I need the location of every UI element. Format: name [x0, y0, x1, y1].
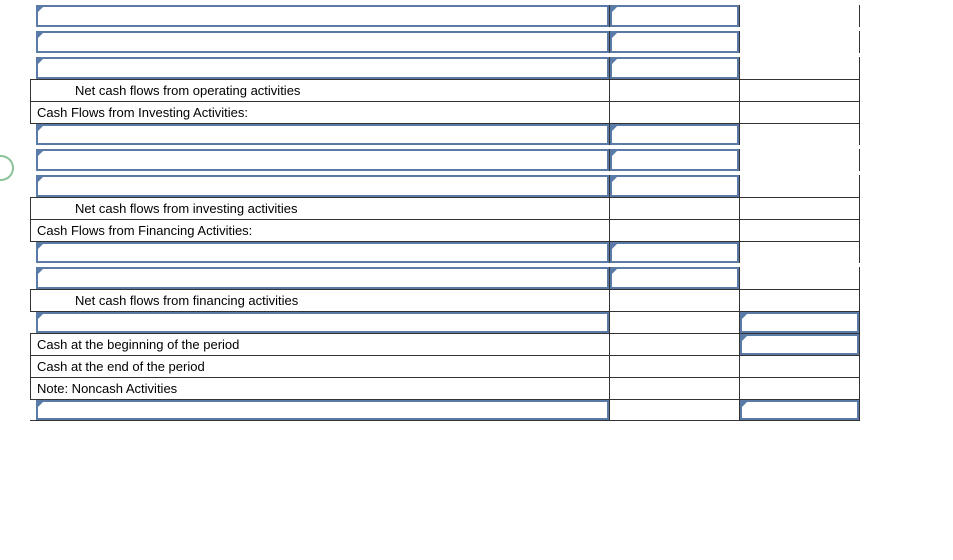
inv-header-last — [740, 102, 859, 123]
op-subtotal-mid — [610, 80, 739, 101]
op-line-3-desc[interactable] — [36, 57, 609, 79]
net-change-desc[interactable] — [36, 312, 609, 333]
inv-line-2-desc[interactable] — [36, 149, 609, 171]
op-subtotal-last — [740, 80, 859, 101]
noncash-line-desc[interactable] — [36, 400, 609, 420]
fin-header-label: Cash Flows from Financing Activities: — [30, 220, 610, 241]
noncash-last — [740, 378, 859, 399]
fin-line-1-last — [740, 242, 859, 263]
op-line-2-mid[interactable] — [610, 31, 739, 53]
inv-line-1-desc[interactable] — [36, 124, 609, 145]
net-change-mid — [610, 312, 739, 333]
inv-line-3-mid[interactable] — [610, 175, 739, 197]
inv-line-3-desc[interactable] — [36, 175, 609, 197]
inv-subtotal-mid — [610, 198, 739, 219]
noncash-line-last[interactable] — [740, 400, 859, 420]
fin-header-mid — [610, 220, 739, 241]
fin-line-1-desc[interactable] — [36, 242, 609, 263]
net-change-last[interactable] — [740, 312, 859, 333]
fin-subtotal-last — [740, 290, 859, 311]
inv-header-mid — [610, 102, 739, 123]
inv-subtotal-label: Net cash flows from investing activities — [30, 198, 610, 219]
inv-line-3-last — [740, 175, 859, 197]
cash-end-label: Cash at the end of the period — [30, 356, 610, 377]
op-line-2-last — [740, 31, 859, 53]
inv-subtotal-last — [740, 198, 859, 219]
cash-begin-last[interactable] — [740, 334, 859, 355]
fin-line-1-mid[interactable] — [610, 242, 739, 263]
cash-end-last — [740, 356, 859, 377]
inv-line-2-last — [740, 149, 859, 171]
op-line-3-last — [740, 57, 859, 79]
op-subtotal-label: Net cash flows from operating activities — [30, 80, 610, 101]
inv-line-1-last — [740, 124, 859, 145]
noncash-label: Note: Noncash Activities — [30, 378, 610, 399]
fin-header-last — [740, 220, 859, 241]
noncash-line-mid — [610, 400, 739, 420]
cash-begin-label: Cash at the beginning of the period — [30, 334, 610, 355]
cashflow-table: Net cash flows from operating activities… — [30, 5, 860, 421]
inv-header-label: Cash Flows from Investing Activities: — [30, 102, 610, 123]
inv-line-1-mid[interactable] — [610, 124, 739, 145]
fin-subtotal-label: Net cash flows from financing activities — [30, 290, 610, 311]
inv-line-2-mid[interactable] — [610, 149, 739, 171]
noncash-mid — [610, 378, 739, 399]
fin-line-2-last — [740, 267, 859, 289]
cash-end-mid — [610, 356, 739, 377]
fin-subtotal-mid — [610, 290, 739, 311]
fin-line-2-mid[interactable] — [610, 267, 739, 289]
op-line-1-mid[interactable] — [610, 5, 739, 27]
op-line-1-desc[interactable] — [36, 5, 609, 27]
side-badge — [0, 155, 14, 181]
op-line-3-mid[interactable] — [610, 57, 739, 79]
op-line-2-desc[interactable] — [36, 31, 609, 53]
op-line-1-last — [740, 5, 859, 27]
fin-line-2-desc[interactable] — [36, 267, 609, 289]
cash-begin-mid — [610, 334, 739, 355]
